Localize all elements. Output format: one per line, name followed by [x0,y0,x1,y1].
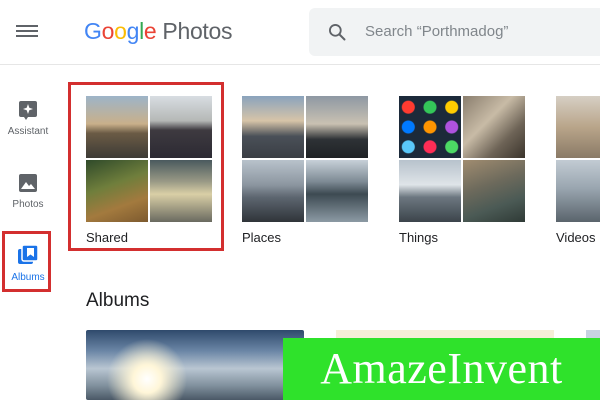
albums-section-title: Albums [86,290,150,311]
main-menu-button[interactable] [16,22,38,40]
shared-highlight-box [68,82,224,251]
places-thumbnail-grid [242,96,368,222]
sidebar-item-assistant[interactable]: Assistant [0,100,56,166]
category-things[interactable]: Things [399,96,525,246]
category-label: Videos [556,230,596,245]
menu-icon-bar [16,25,38,27]
menu-icon-bar [16,35,38,37]
thumbnail [463,96,525,158]
videos-thumbnail-grid [556,96,600,222]
thumbnail [399,160,461,222]
top-app-bar: Google Photos Search “Porthmadog” [0,0,600,65]
assistant-icon [19,101,37,120]
things-thumbnail-grid [399,96,525,222]
menu-icon-bar [16,30,38,32]
logo-letter: G [84,18,102,44]
search-box[interactable]: Search “Porthmadog” [309,8,600,56]
category-places[interactable]: Places [242,96,368,246]
photo-icon [19,174,37,192]
logo-letter: o [114,18,127,44]
albums-highlight-box [2,231,51,292]
watermark-banner: AmazeInvent [283,338,600,400]
thumbnail [306,160,368,222]
logo-letter: e [143,18,157,44]
logo-letter: o [101,18,115,44]
category-label: Places [242,230,282,245]
category-label: Things [399,230,439,245]
google-photos-logo[interactable]: Google Photos [84,18,233,45]
category-videos[interactable]: Videos [556,96,600,246]
thumbnail [242,96,304,158]
album-card[interactable] [86,330,304,400]
logo-product-name: Photos [162,18,233,44]
logo-letter: g [126,18,140,44]
sidebar-item-photos[interactable]: Photos [0,173,56,239]
thumbnail [556,160,600,222]
thumbnail [242,160,304,222]
thumbnail [556,96,600,158]
thumbnail [399,96,461,158]
sidebar-item-label: Assistant [7,126,49,137]
search-input[interactable]: Search “Porthmadog” [365,23,508,40]
search-icon [329,24,346,41]
sidebar-item-label: Photos [12,199,44,210]
thumbnail [463,160,525,222]
thumbnail [306,96,368,158]
